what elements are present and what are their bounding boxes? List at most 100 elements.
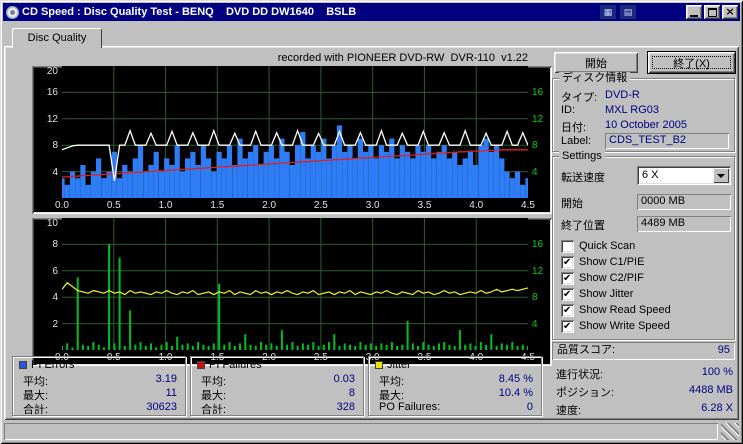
checkbox-label: Show Write Speed	[579, 320, 670, 332]
speed-value: 6 X	[642, 169, 659, 181]
jitter-stats: Jitter 平均:8.45 % 最大:10.4 % PO Failures: 0	[368, 356, 542, 416]
pi-errors-plot	[62, 66, 528, 198]
list-view-icon[interactable]: ▤	[620, 5, 636, 19]
speed-label: 速度:	[556, 405, 581, 417]
tab-label: Disc Quality	[28, 32, 87, 44]
pi-failures-stats: PI Failures 平均:0.03 最大:8 合計:328	[190, 356, 364, 416]
show-c1-pie-checkbox[interactable]	[561, 256, 574, 269]
field-label: 日付:	[561, 122, 586, 134]
checkbox-row-show-c1-pie[interactable]: Show C1/PIE	[561, 255, 644, 269]
app-window: CD Speed : Disc Quality Test - BENQ DVD …	[0, 0, 743, 444]
position-row: ポジション: 4488 MB	[556, 384, 735, 398]
stat-value: 30623	[146, 401, 177, 413]
checkbox-row-show-read-speed[interactable]: Show Read Speed	[561, 303, 671, 317]
app-icon	[6, 6, 19, 19]
quick-scan-checkbox[interactable]	[561, 240, 574, 253]
progress-label: 進行状況:	[556, 369, 603, 381]
checkbox-row-show-c2-pif[interactable]: Show C2/PIF	[561, 271, 644, 285]
checkbox-row-show-jitter[interactable]: Show Jitter	[561, 287, 633, 301]
close-button[interactable]: ×	[722, 5, 738, 19]
stat-value: 8	[349, 387, 355, 399]
settings-group: Settings 転送速度 6 X 開始 0000 MB 終了位置 4489 M…	[552, 156, 735, 340]
show-jitter-checkbox[interactable]	[561, 288, 574, 301]
show-read-speed-checkbox[interactable]	[561, 304, 574, 317]
chevron-down-icon	[717, 174, 725, 182]
stat-header: PI Failures	[197, 359, 262, 371]
title-bar[interactable]: CD Speed : Disc Quality Test - BENQ DVD …	[3, 3, 740, 21]
checkbox-row-show-write-speed[interactable]: Show Write Speed	[561, 319, 670, 333]
stat-value: 0.03	[334, 373, 355, 385]
x-axis: 0.00.51.01.52.02.53.03.54.04.5	[62, 198, 528, 214]
stat-row: 合計: 30623	[23, 401, 177, 414]
y-axis-right: 161284	[528, 66, 552, 198]
stat-header: PI Errors	[19, 359, 74, 371]
position-label: ポジション:	[556, 387, 614, 399]
field-label: ID:	[561, 104, 575, 116]
stat-value: 328	[337, 401, 355, 413]
checkbox-label: Show C2/PIF	[579, 272, 644, 284]
tab-page: recorded with PIONEER DVD-RW DVR-110 v1.…	[4, 46, 739, 420]
maximize-button[interactable]	[704, 5, 720, 19]
field-value: 10 October 2005	[605, 119, 687, 131]
tab-disc-quality[interactable]: Disc Quality	[12, 28, 102, 48]
exit-button[interactable]: 終了(X)	[648, 52, 735, 73]
stat-value: 10.4 %	[499, 387, 533, 399]
close-icon: ×	[725, 6, 734, 17]
stat-row: PO Failures: 0	[379, 401, 533, 414]
start-button[interactable]: 開始	[554, 52, 638, 73]
dropdown-button[interactable]	[713, 168, 729, 183]
pi-failures-plot	[62, 218, 528, 350]
stat-row: 最大:11	[23, 387, 177, 400]
stat-row: 合計: 328	[201, 401, 355, 414]
minimize-icon	[690, 15, 698, 17]
field-label: 開始	[561, 198, 583, 210]
stat-row: 平均:0.03	[201, 373, 355, 386]
checkbox-label: Show C1/PIE	[579, 256, 644, 268]
pi-errors-swatch-icon	[19, 361, 27, 369]
graph-view-icon[interactable]: ▦	[600, 5, 616, 19]
y-axis-right: 161284	[528, 218, 552, 350]
stat-row: 最大:10.4 %	[379, 387, 533, 400]
field-label: Label:	[561, 135, 591, 147]
show-write-speed-checkbox[interactable]	[561, 320, 574, 333]
quality-score-panel: 品質スコア: 95	[552, 342, 735, 360]
stat-label: PO Failures:	[379, 401, 440, 413]
resize-grip[interactable]	[721, 423, 739, 440]
speed-value: 6.28 X	[701, 402, 733, 414]
stat-label: 合計:	[201, 404, 226, 416]
progress-value: 100 %	[702, 366, 733, 378]
stat-value: 0	[527, 401, 533, 413]
progress-row: 進行状況: 100 %	[556, 366, 735, 380]
field-value: MXL RG03	[605, 104, 659, 116]
disc-type-row: タイプ:DVD-R	[561, 89, 729, 104]
position-value: 4488 MB	[689, 384, 733, 396]
speed-row-status: 速度: 6.28 X	[556, 402, 735, 416]
disc-label-row: Label: CDS_TEST_B2	[561, 135, 729, 150]
y-axis-left: 108642	[32, 218, 62, 350]
pi-errors-stats: PI Errors 平均:3.19 最大:11 合計: 30623	[12, 356, 186, 416]
recorded-note: recorded with PIONEER DVD-RW DVR-110 v1.…	[32, 52, 528, 64]
stat-row: 平均:3.19	[23, 373, 177, 386]
checkbox-label: Show Jitter	[579, 288, 633, 300]
end-pos-value-box: 4489 MB	[637, 216, 731, 232]
quality-score-label: 品質スコア:	[557, 344, 615, 356]
stat-title: Jitter	[387, 359, 411, 371]
group-title: ディスク情報	[559, 72, 630, 85]
pi-errors-chart: 20161284 161284 0.00.51.01.52.02.53.03.5…	[32, 66, 552, 214]
stat-row: 平均:8.45 %	[379, 373, 533, 386]
stat-label: 合計:	[23, 404, 48, 416]
stat-title: PI Failures	[209, 359, 262, 371]
checkbox-row-quick-scan[interactable]: Quick Scan	[561, 239, 635, 253]
maximize-icon	[708, 8, 717, 17]
stat-value: 3.19	[156, 373, 177, 385]
field-label: 転送速度	[561, 172, 605, 184]
show-c2-pif-checkbox[interactable]	[561, 272, 574, 285]
stat-value: 8.45 %	[499, 373, 533, 385]
stat-title: PI Errors	[31, 359, 74, 371]
titlebar-controls: ▦ ▤ ×	[600, 5, 738, 19]
minimize-button[interactable]	[686, 5, 702, 19]
jitter-swatch-icon	[375, 361, 383, 369]
speed-select[interactable]: 6 X	[637, 166, 731, 185]
disc-label-value-box: CDS_TEST_B2	[605, 133, 729, 149]
checkbox-label: Show Read Speed	[579, 304, 671, 316]
